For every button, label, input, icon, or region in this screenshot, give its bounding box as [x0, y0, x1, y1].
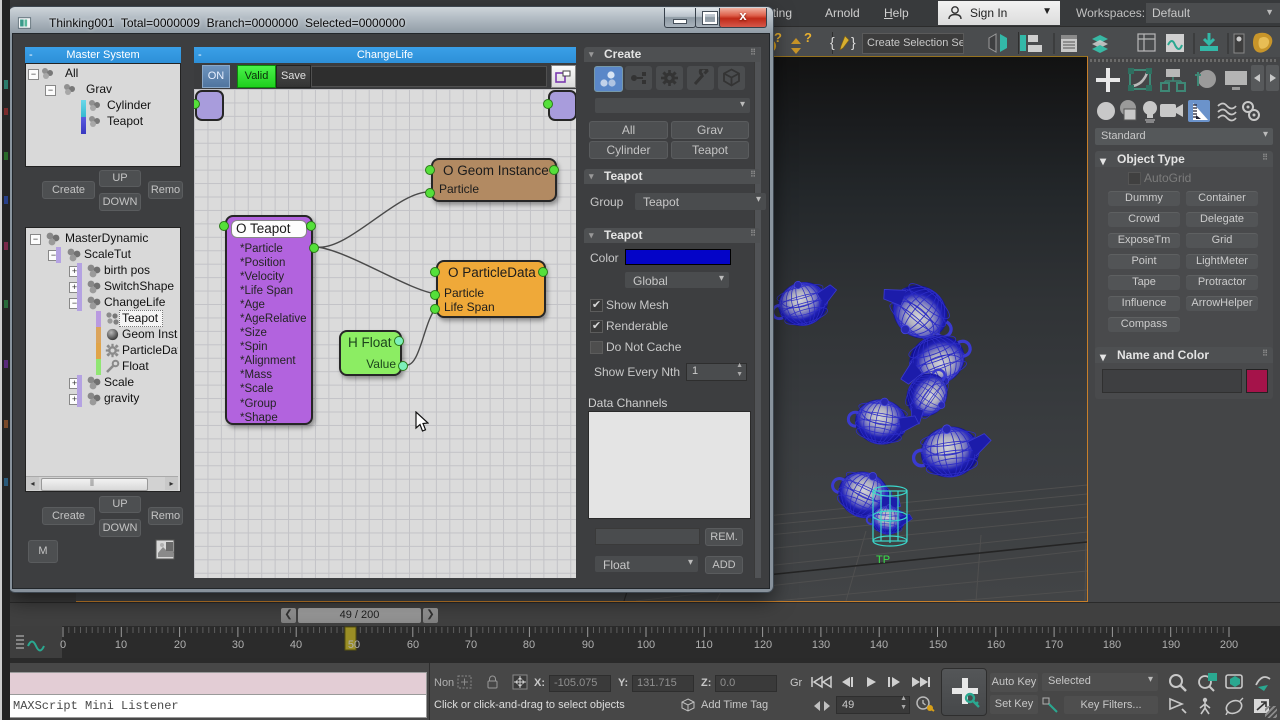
svg-text:TP: TP [876, 554, 890, 566]
svg-text:?: ? [804, 30, 812, 45]
svg-text:?: ? [774, 30, 782, 45]
